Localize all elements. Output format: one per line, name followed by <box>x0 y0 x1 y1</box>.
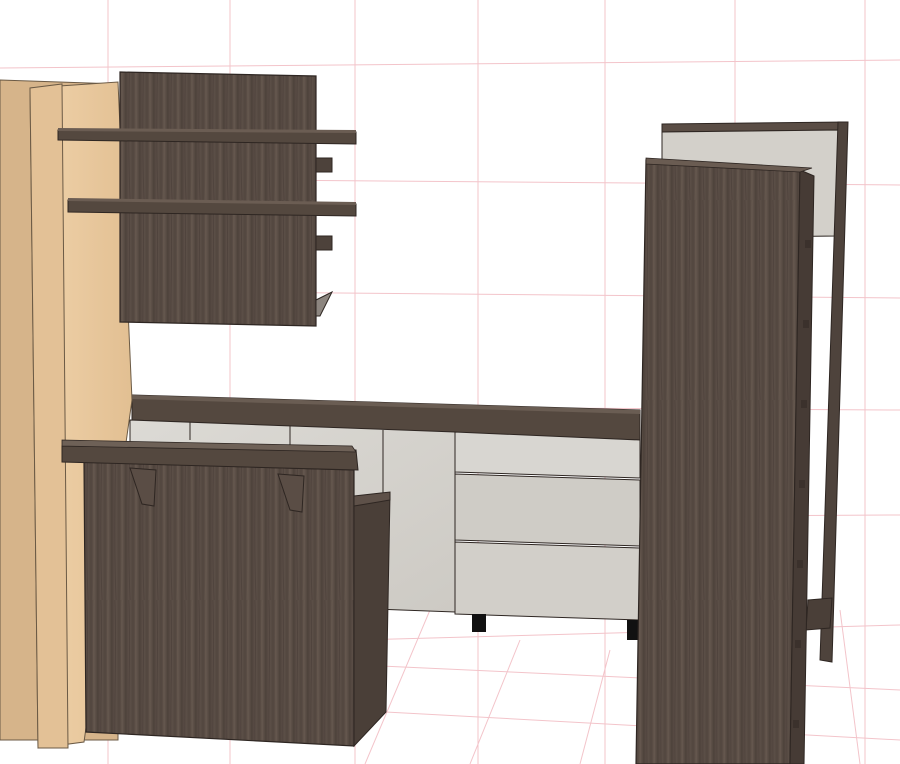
dark-peninsula-cabinet[interactable] <box>83 461 391 748</box>
tall-dark-column[interactable] <box>635 157 815 764</box>
concrete-drawer-stack[interactable] <box>454 431 641 621</box>
furniture-scene-canvas[interactable] <box>0 0 900 764</box>
dark-wall-cabinet[interactable] <box>119 71 334 327</box>
